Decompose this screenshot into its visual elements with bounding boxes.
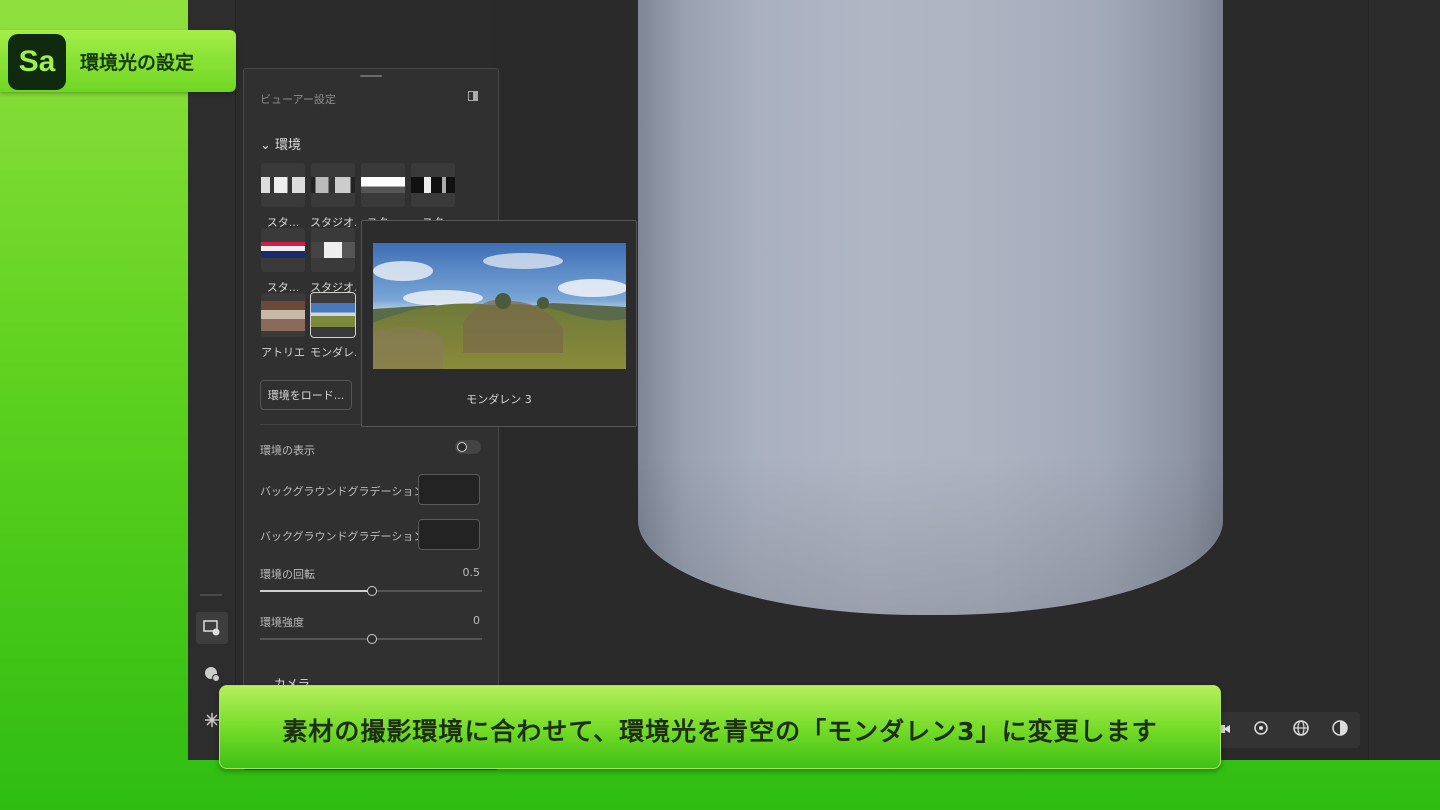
viewer-settings-icon[interactable]	[196, 612, 228, 644]
subtitle-text: 素材の撮影環境に合わせて、環境光を青空の「モンダレン3」に変更します	[282, 717, 1158, 746]
env-thumb-label: アトリエ	[261, 346, 305, 359]
env-thumb-studio-6[interactable]: スタジオ...	[310, 228, 356, 295]
env-thumb-image	[361, 163, 405, 207]
environment-preview-tooltip: モンダレン 3	[361, 220, 637, 427]
panel-grip[interactable]	[360, 75, 382, 77]
env-thumb-label: モンダレ...	[310, 346, 356, 359]
env-intensity-value: 0	[473, 614, 480, 627]
title-badge: Sa 環境光の設定	[0, 30, 236, 92]
dock-panel-icon[interactable]	[468, 91, 478, 101]
light-icon[interactable]	[1252, 719, 1270, 742]
environment-preview-image	[373, 243, 626, 369]
bg-gradient-bottom-swatch[interactable]	[418, 519, 480, 550]
env-thumb-image	[311, 163, 355, 207]
toolbar-divider	[200, 594, 222, 596]
env-thumb-atelier[interactable]: アトリエ	[260, 293, 306, 360]
env-thumb-studio-1[interactable]: スタ...	[260, 163, 306, 230]
viewport-toolbar	[1204, 712, 1360, 748]
env-thumb-image	[261, 163, 305, 207]
env-rotation-slider[interactable]	[260, 586, 482, 596]
env-thumb-image	[411, 163, 455, 207]
env-thumb-image	[261, 228, 305, 272]
env-thumb-image	[310, 292, 356, 338]
env-thumb-mondalen[interactable]: モンダレ...	[310, 292, 356, 360]
sphere-icon[interactable]	[1331, 719, 1349, 742]
right-panel-strip	[1368, 0, 1440, 760]
left-toolbar	[188, 0, 236, 760]
cylinder-shade	[638, 455, 1223, 615]
bg-gradient-top-swatch[interactable]	[418, 474, 480, 505]
globe-icon[interactable]	[1292, 719, 1310, 742]
env-thumb-studio-5[interactable]: スタ...	[260, 228, 306, 295]
environment-section-header[interactable]: ⌄ 環境	[260, 134, 301, 153]
panel-title: ビューアー設定	[260, 93, 336, 106]
subtitle-caption: 素材の撮影環境に合わせて、環境光を青空の「モンダレン3」に変更します	[219, 685, 1221, 769]
3d-cylinder-model[interactable]	[638, 0, 1223, 615]
substance-logo: Sa	[8, 34, 66, 90]
slider-fill	[260, 590, 371, 592]
load-environment-button[interactable]: 環境をロード...	[260, 380, 352, 410]
env-thumb-studio-2[interactable]: スタジオ...	[310, 163, 356, 230]
badge-title: 環境光の設定	[80, 52, 195, 74]
environment-preview-caption: モンダレン 3	[466, 393, 532, 406]
slider-handle[interactable]	[367, 586, 377, 596]
env-thumb-image	[261, 293, 305, 337]
slider-handle[interactable]	[367, 634, 377, 644]
env-intensity-slider[interactable]	[260, 634, 482, 644]
show-environment-toggle[interactable]	[455, 440, 481, 454]
env-intensity-label: 環境強度	[260, 616, 304, 629]
env-rotation-label: 環境の回転	[260, 568, 315, 581]
env-thumb-image	[311, 228, 355, 272]
show-environment-label: 環境の表示	[260, 444, 315, 457]
env-rotation-value: 0.5	[462, 566, 481, 579]
environment-section-label: 環境	[275, 138, 302, 153]
